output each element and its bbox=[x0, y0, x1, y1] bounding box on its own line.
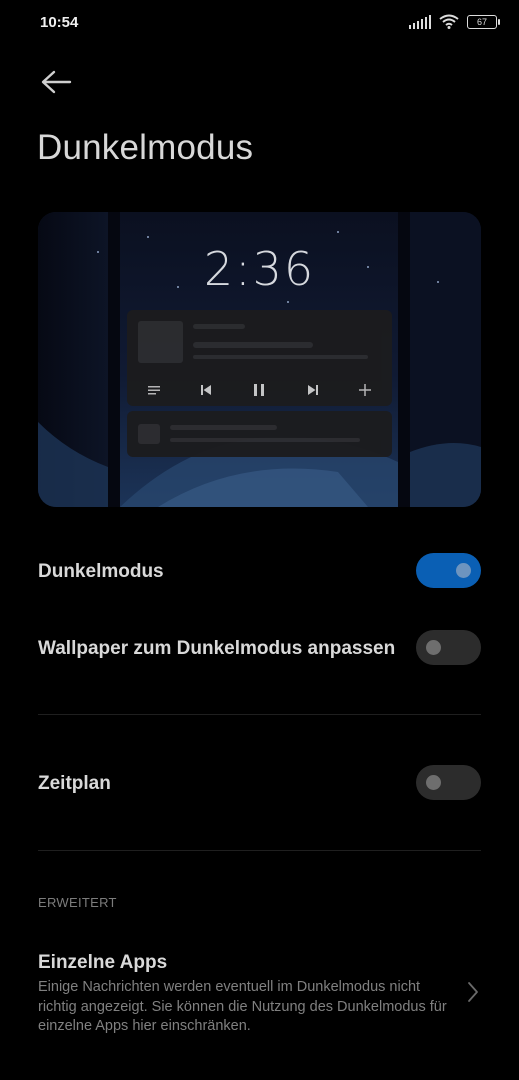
preview-pause-icon bbox=[249, 380, 269, 400]
battery-icon: 67 bbox=[467, 14, 500, 29]
wallpaper-row[interactable]: Wallpaper zum Dunkelmodus anpassen bbox=[38, 630, 481, 665]
status-bar: 10:54 67 bbox=[0, 0, 519, 46]
preview-plus-icon bbox=[355, 380, 375, 400]
preview-queue-icon bbox=[144, 380, 164, 400]
wallpaper-toggle[interactable] bbox=[416, 630, 481, 665]
chevron-right-icon bbox=[468, 982, 478, 1002]
preview-previous-icon bbox=[196, 380, 216, 400]
wifi-icon bbox=[439, 14, 459, 29]
dark-mode-preview: 2:36 bbox=[38, 212, 481, 507]
dark-mode-label: Dunkelmodus bbox=[38, 561, 164, 582]
toggle-knob bbox=[426, 775, 441, 790]
section-header-advanced: ERWEITERT bbox=[38, 895, 117, 910]
toggle-knob bbox=[456, 563, 471, 578]
preview-clock: 2:36 bbox=[203, 242, 316, 296]
signal-icon bbox=[409, 14, 431, 29]
individual-apps-title: Einzelne Apps bbox=[38, 952, 168, 973]
divider bbox=[38, 850, 481, 851]
dark-mode-row[interactable]: Dunkelmodus bbox=[38, 553, 481, 588]
back-button[interactable] bbox=[38, 64, 74, 100]
wallpaper-label: Wallpaper zum Dunkelmodus anpassen bbox=[38, 638, 396, 659]
back-arrow-icon bbox=[41, 70, 72, 94]
status-time: 10:54 bbox=[40, 14, 79, 31]
status-icons: 67 bbox=[409, 14, 500, 29]
preview-notification-card bbox=[127, 411, 392, 457]
individual-apps-description: Einige Nachrichten werden eventuell im D… bbox=[38, 979, 447, 1034]
schedule-label: Zeitplan bbox=[38, 773, 111, 794]
preview-media-card bbox=[127, 310, 392, 406]
preview-next-icon bbox=[303, 380, 323, 400]
schedule-row[interactable]: Zeitplan bbox=[38, 765, 481, 800]
page-title: Dunkelmodus bbox=[37, 128, 254, 167]
schedule-toggle[interactable] bbox=[416, 765, 481, 800]
dark-mode-toggle[interactable] bbox=[416, 553, 481, 588]
toggle-knob bbox=[426, 640, 441, 655]
divider bbox=[38, 714, 481, 715]
